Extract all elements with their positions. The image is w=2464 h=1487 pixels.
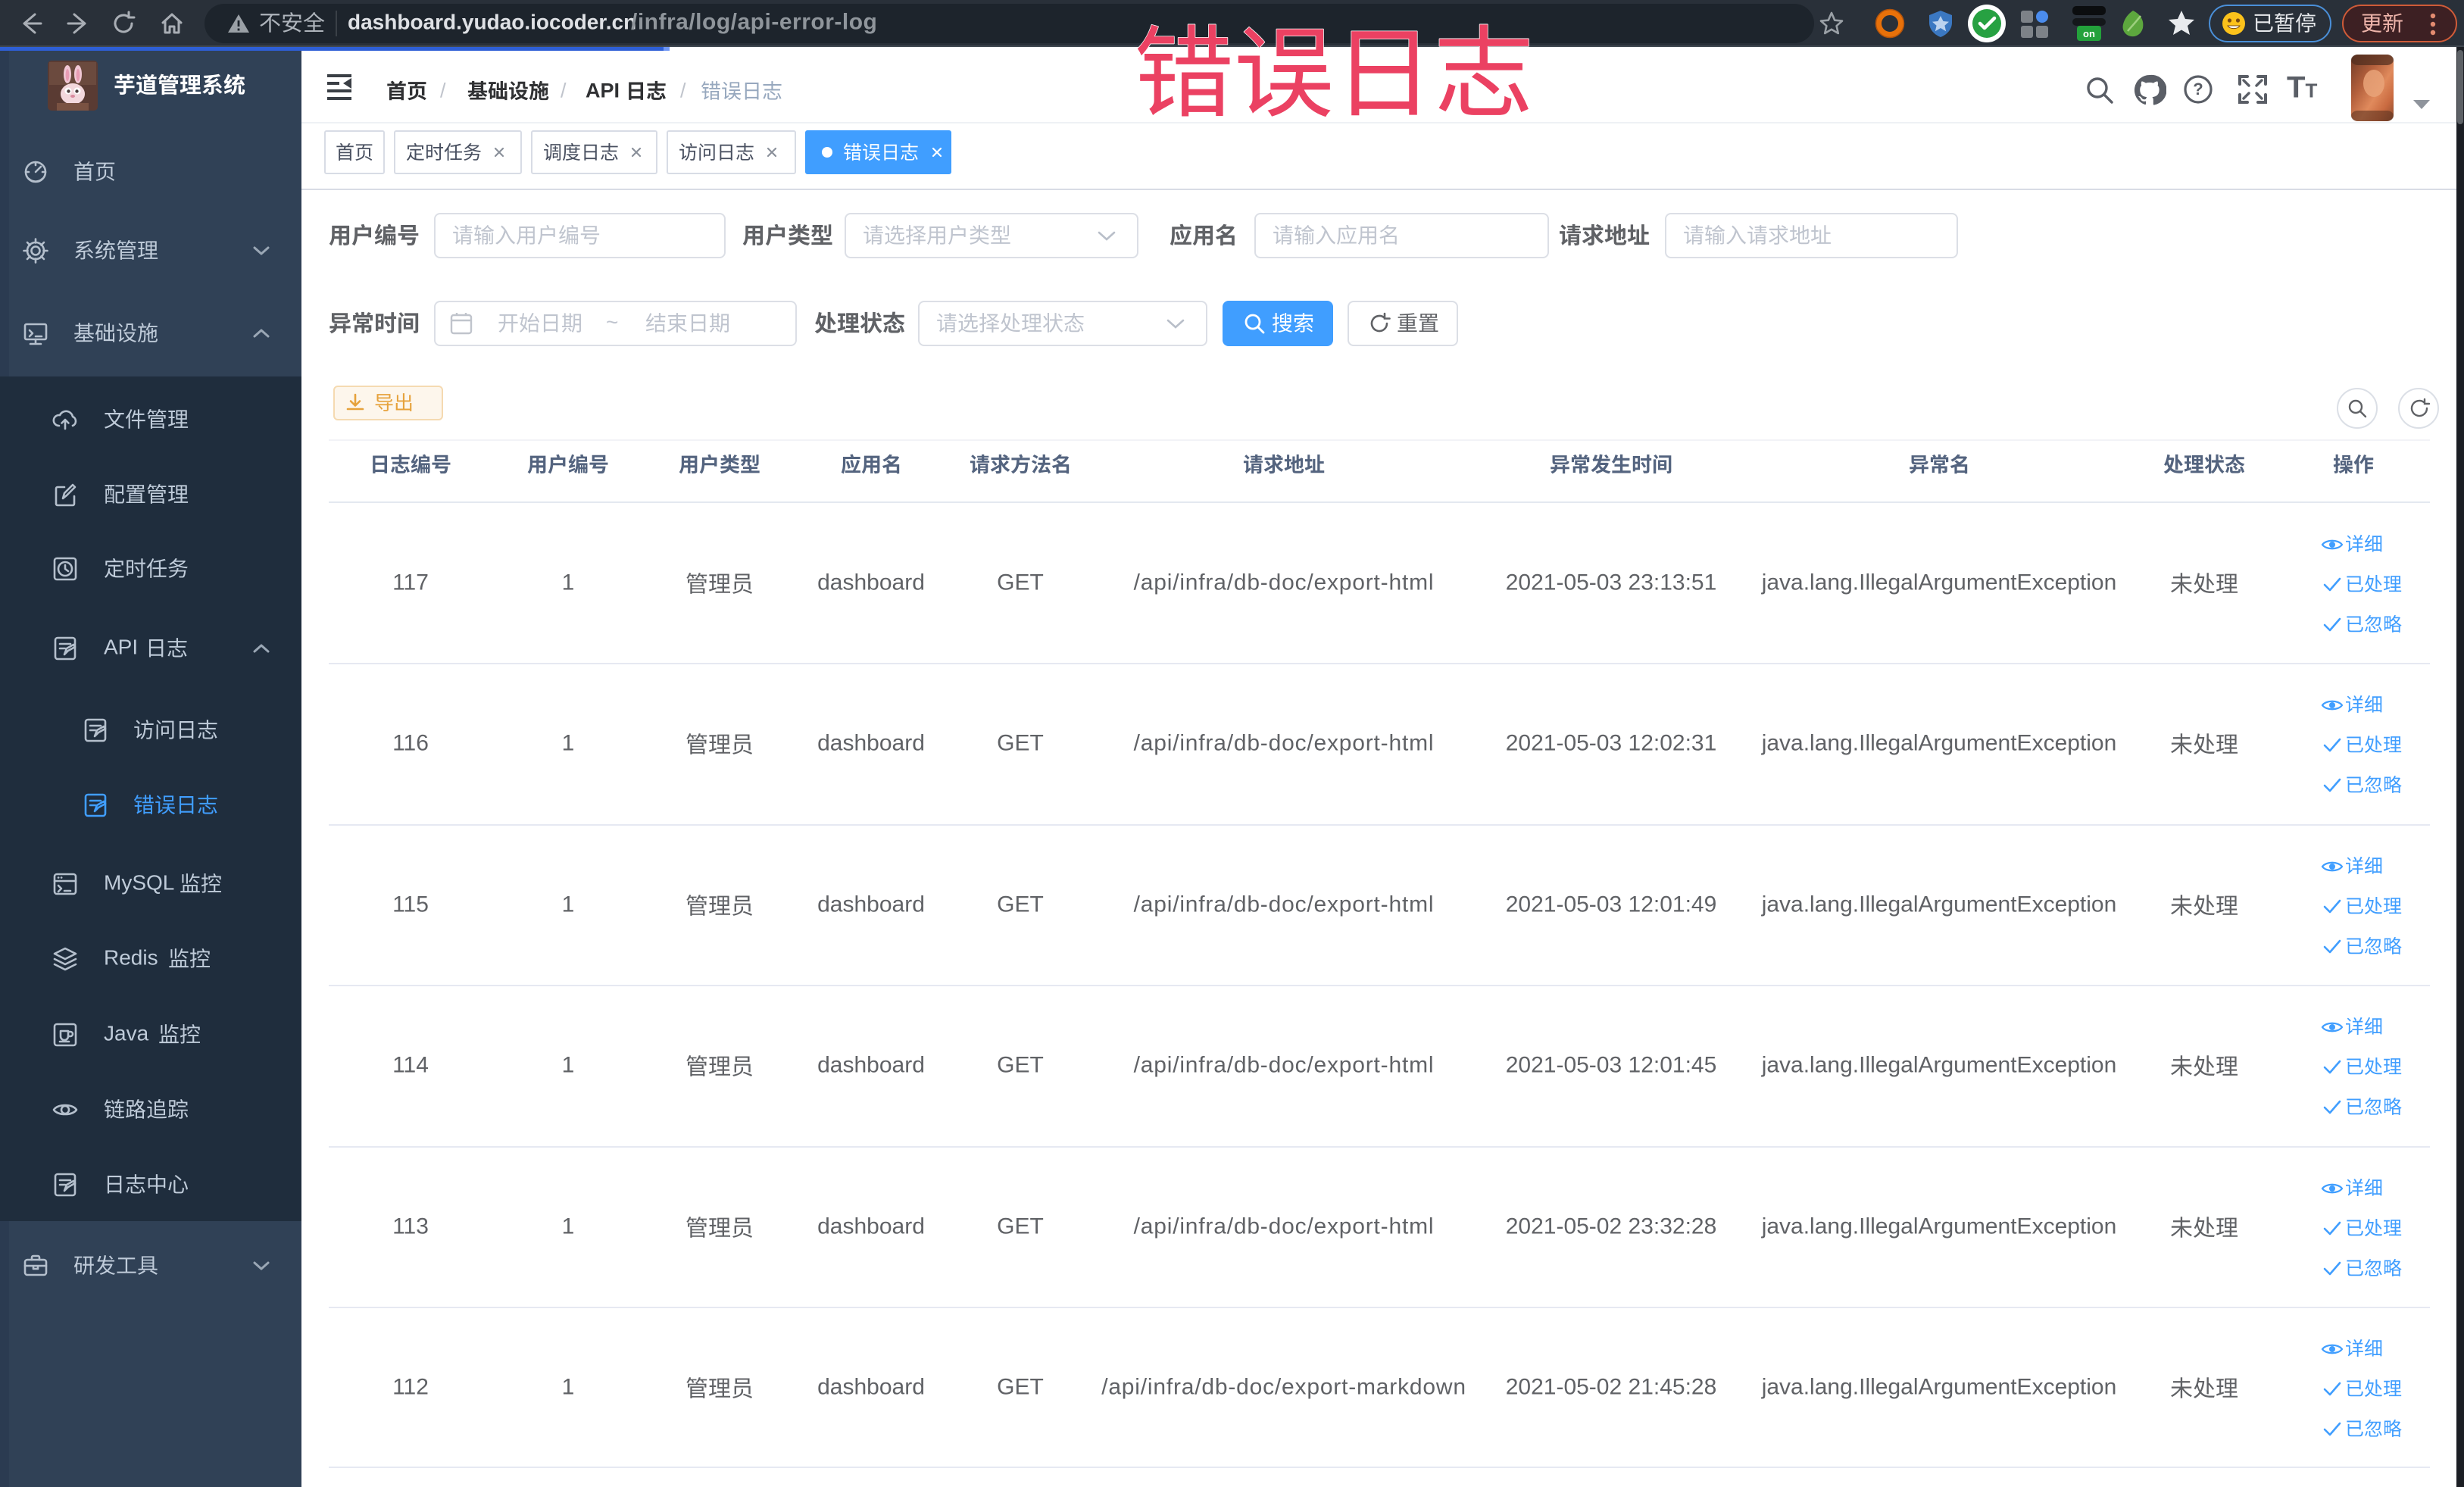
svg-text:?: ?: [2193, 80, 2203, 98]
svg-text:on: on: [2083, 28, 2095, 39]
